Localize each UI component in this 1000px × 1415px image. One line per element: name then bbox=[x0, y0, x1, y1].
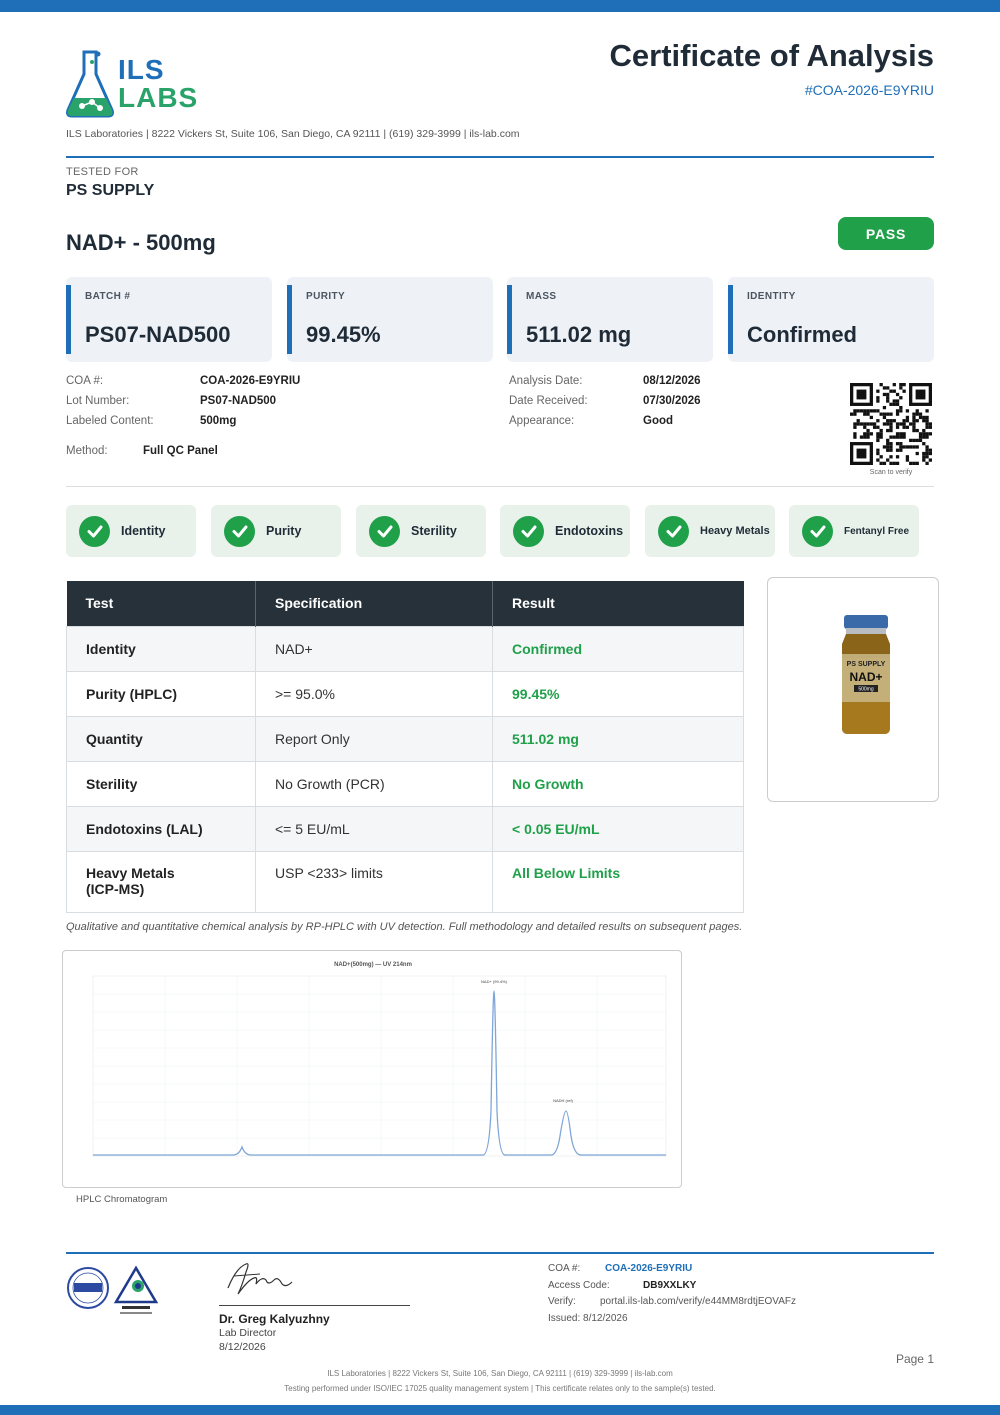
verify-coa-value: COA-2026-E9YRIU bbox=[605, 1263, 693, 1274]
signature-image bbox=[227, 1263, 293, 1295]
method-note: Qualitative and quantitative chemical an… bbox=[66, 921, 743, 933]
hplc-chromatogram: NAD+(500mg) — UV 214nm NAD+ (99.4%) NADH… bbox=[62, 950, 682, 1188]
qr-code[interactable] bbox=[850, 383, 932, 465]
page-number: Page 1 bbox=[895, 1352, 934, 1366]
col-header-test: Test bbox=[66, 581, 256, 626]
chromatogram-title: NAD+(500mg) — UV 214nm bbox=[334, 962, 412, 968]
check-icon bbox=[802, 515, 833, 547]
verify-coa-label: COA #: bbox=[548, 1263, 581, 1274]
table-row: Endotoxins (LAL) <= 5 EU/mL < 0.05 EU/mL bbox=[66, 805, 744, 852]
footer-address: ILS Laboratories | 8222 Vickers St, Suit… bbox=[327, 1369, 673, 1378]
issued-date: Issued: 8/12/2026 bbox=[548, 1313, 628, 1324]
meta-divider bbox=[66, 486, 934, 487]
qr-caption: Scan to verify bbox=[869, 469, 913, 476]
pass-badge: PASS bbox=[838, 217, 934, 250]
stat-card-purity: PURITY 99.45% bbox=[287, 277, 493, 362]
table-header-row: Test Specification Result bbox=[66, 581, 744, 626]
header-divider bbox=[66, 156, 934, 158]
peak2-label: NADH (ref) bbox=[553, 1098, 573, 1103]
check-icon bbox=[369, 515, 400, 547]
product-name: NAD+ - 500mg bbox=[66, 230, 216, 255]
vial-image: PS SUPPLY NAD+ 500mg bbox=[842, 615, 890, 734]
accreditation-logos-icon bbox=[67, 1265, 158, 1314]
access-code-value: DB9XXLKY bbox=[643, 1280, 697, 1291]
table-row: Identity NAD+ Confirmed bbox=[66, 625, 744, 672]
signature-date: 8/12/2026 bbox=[219, 1341, 266, 1353]
stat-card-batch: BATCH # PS07-NAD500 bbox=[66, 277, 272, 362]
footer-disclaimer: Testing performed under ISO/IEC 17025 qu… bbox=[284, 1384, 716, 1393]
svg-text:500mg: 500mg bbox=[858, 687, 874, 693]
check-fentanyl-free: Fentanyl Free bbox=[789, 505, 919, 557]
table-row: Heavy Metals (ICP-MS) USP <233> limits A… bbox=[66, 850, 744, 913]
table-row: Sterility No Growth (PCR) No Growth bbox=[66, 760, 744, 807]
check-icon bbox=[658, 515, 689, 547]
tested-for-label: TESTED FOR bbox=[66, 166, 139, 178]
col-header-result: Result bbox=[492, 581, 744, 626]
check-identity: Identity bbox=[66, 505, 196, 557]
check-endotoxins: Endotoxins bbox=[500, 505, 630, 557]
check-purity: Purity bbox=[211, 505, 341, 557]
chromatogram-caption: HPLC Chromatogram bbox=[76, 1194, 168, 1205]
meta-left: COA #: COA-2026-E9YRIU Lot Number: PS07-NA… bbox=[66, 375, 301, 427]
table-row: Purity (HPLC) >= 95.0% 99.45% bbox=[66, 670, 744, 717]
verify-link[interactable]: portal.ils-lab.com/verify/e44MM8rdtjEOVA… bbox=[600, 1296, 796, 1307]
col-header-specification: Specification bbox=[255, 581, 493, 626]
peak1-label: NAD+ (99.4%) bbox=[481, 979, 508, 984]
stat-card-identity: IDENTITY Confirmed bbox=[728, 277, 934, 362]
signer-name: Dr. Greg Kalyuzhny bbox=[219, 1312, 330, 1326]
client-name: PS SUPPLY bbox=[66, 182, 155, 199]
document-title: Certificate of Analysis bbox=[609, 38, 934, 73]
check-icon bbox=[513, 515, 544, 547]
check-heavy-metals: Heavy Metals bbox=[645, 505, 775, 557]
table-row: Quantity Report Only 511.02 mg bbox=[66, 715, 744, 762]
signature-line bbox=[219, 1305, 410, 1306]
top-accent-bar bbox=[0, 0, 1000, 12]
svg-text:PS SUPPLY: PS SUPPLY bbox=[847, 661, 886, 668]
coa-id: #COA-2026-E9YRIU bbox=[804, 82, 934, 98]
verify-label: Verify: bbox=[548, 1296, 576, 1307]
svg-text:NAD+: NAD+ bbox=[849, 670, 882, 684]
footer-divider bbox=[66, 1252, 934, 1254]
check-icon bbox=[79, 515, 110, 547]
bottom-accent-bar bbox=[0, 1405, 1000, 1415]
logo-wordmark: ILS LABS bbox=[118, 54, 199, 113]
meta-right: Analysis Date: 08/12/2026 Date Received: 0… bbox=[509, 375, 701, 427]
stat-card-mass: MASS 511.02 mg bbox=[507, 277, 713, 362]
check-icon bbox=[224, 515, 255, 547]
check-sterility: Sterility bbox=[356, 505, 486, 557]
product-photo: PS SUPPLY NAD+ 500mg bbox=[767, 577, 939, 802]
signer-role: Lab Director bbox=[219, 1327, 277, 1339]
method-row: Method: Full QC Panel bbox=[66, 445, 218, 457]
lab-address: ILS Laboratories | 8222 Vickers St, Suit… bbox=[66, 128, 520, 140]
access-code-label: Access Code: bbox=[548, 1280, 610, 1291]
results-table: Test Specification Result Identity NAD+ … bbox=[66, 581, 744, 913]
